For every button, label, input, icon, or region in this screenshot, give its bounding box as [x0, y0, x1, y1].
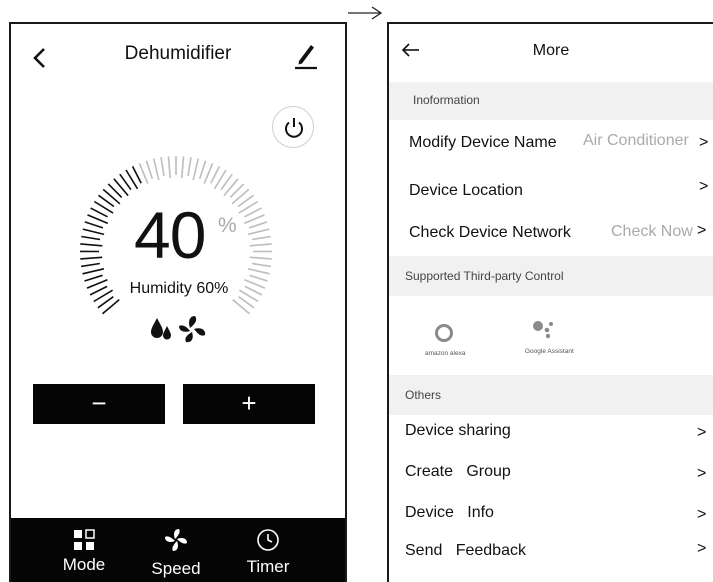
row-label: Device Info — [405, 504, 494, 521]
dial-tick — [247, 268, 270, 275]
dial-tick — [244, 207, 262, 218]
edit-pencil-icon[interactable] — [293, 40, 319, 70]
dial-tick — [82, 228, 105, 236]
dial-tick — [145, 160, 154, 179]
page-title: More — [532, 42, 570, 59]
dial-tick — [80, 256, 103, 260]
chevron-right-icon: > — [697, 506, 707, 523]
flow-arrow-icon — [348, 6, 383, 20]
dial-tick — [160, 157, 165, 177]
dial-tick — [198, 160, 207, 179]
row-check-device-network[interactable]: Check Device Network Check Now > — [389, 214, 713, 254]
dial-tick — [131, 166, 142, 184]
tab-mode[interactable]: Mode — [44, 518, 124, 582]
tab-speed[interactable]: Speed — [136, 518, 216, 582]
dial-tick — [90, 207, 108, 218]
check-now-link: Check Now — [611, 223, 693, 240]
row-device-location[interactable]: Device Location > — [389, 170, 713, 210]
dial-tick — [248, 221, 268, 229]
section-information: Inoformation — [389, 82, 713, 120]
google-assistant-icon — [533, 321, 553, 339]
row-create-group[interactable]: Create Group > — [389, 457, 713, 497]
section-information-label: Inoformation — [413, 93, 480, 107]
third-party-list: amazon alexa Google Assistant — [389, 296, 713, 374]
current-humidity: Humidity 60% — [129, 280, 229, 297]
row-label: Send Feedback — [405, 542, 526, 559]
dial-tick — [249, 256, 272, 260]
row-device-info[interactable]: Device Info > — [389, 498, 713, 538]
drops-and-fan-icon — [151, 316, 206, 343]
clock-icon — [257, 529, 279, 551]
dial-tick — [80, 243, 103, 247]
dial-tick — [231, 188, 250, 205]
alexa-icon — [435, 324, 453, 342]
section-others-label: Others — [405, 388, 442, 402]
tab-speed-label: Speed — [151, 559, 201, 578]
row-label: Modify Device Name — [409, 134, 557, 151]
dial-tick — [80, 262, 101, 268]
more-settings-screen: More Inoformation Modify Device Name Air… — [387, 22, 713, 582]
dehumidifier-screen: Dehumidifier 40 % Humidity 60% − + Mode … — [9, 22, 347, 582]
dial-tick — [113, 178, 129, 197]
google-assistant-label: Google Assistant — [525, 348, 574, 355]
minus-icon: − — [91, 388, 107, 418]
chevron-right-icon: > — [699, 178, 709, 195]
chevron-right-icon: > — [697, 540, 707, 557]
fan-icon — [165, 529, 187, 551]
row-label: Create Group — [405, 463, 511, 480]
row-label: Device sharing — [405, 422, 511, 439]
dial-tick — [82, 268, 105, 275]
dial-tick — [223, 178, 239, 197]
row-label: Device Location — [409, 182, 523, 199]
row-label: Check Device Network — [409, 224, 571, 241]
power-button[interactable] — [272, 106, 314, 148]
device-name-value: Air Conditioner — [583, 132, 689, 149]
dial-tick — [249, 243, 272, 247]
alexa-item[interactable]: amazon alexa — [409, 318, 479, 368]
header: Dehumidifier — [11, 24, 345, 84]
dial-tick — [81, 235, 101, 241]
plus-icon: + — [241, 388, 257, 418]
bottom-tab-bar: Mode Speed Timer — [11, 518, 345, 582]
tab-mode-label: Mode — [62, 555, 106, 574]
section-others: Others — [389, 375, 713, 415]
section-third-party: Supported Third-party Control — [389, 256, 713, 296]
row-device-sharing[interactable]: Device sharing > — [389, 416, 713, 456]
dial-tick — [152, 158, 160, 181]
row-modify-device-name[interactable]: Modify Device Name Air Conditioner > — [389, 122, 713, 162]
dial-tick — [251, 235, 271, 241]
chevron-right-icon: > — [699, 134, 709, 151]
dial-tick — [192, 158, 200, 181]
decrease-button[interactable]: − — [33, 384, 165, 424]
dial-tick — [84, 221, 104, 229]
dial-tick — [187, 157, 192, 177]
mode-icon — [74, 529, 95, 550]
dial-tick — [251, 262, 272, 268]
alexa-label: amazon alexa — [425, 350, 466, 357]
section-third-party-label: Supported Third-party Control — [405, 269, 564, 283]
dial-tick — [102, 188, 121, 205]
target-humidity-value: 40 — [134, 198, 206, 272]
dial-tick — [210, 166, 221, 184]
google-assistant-item[interactable]: Google Assistant — [517, 316, 597, 366]
dial-tick — [247, 228, 270, 236]
increase-button[interactable]: + — [183, 384, 315, 424]
chevron-right-icon: > — [697, 465, 707, 482]
dial-tick — [181, 156, 185, 179]
dial-tick — [167, 156, 171, 179]
chevron-right-icon: > — [697, 222, 707, 239]
chevron-right-icon: > — [697, 424, 707, 441]
tab-timer[interactable]: Timer — [228, 518, 308, 582]
percent-unit: % — [218, 214, 237, 237]
tab-timer-label: Timer — [246, 557, 290, 576]
power-icon — [285, 118, 303, 138]
row-send-feedback[interactable]: Send Feedback > — [389, 536, 713, 576]
